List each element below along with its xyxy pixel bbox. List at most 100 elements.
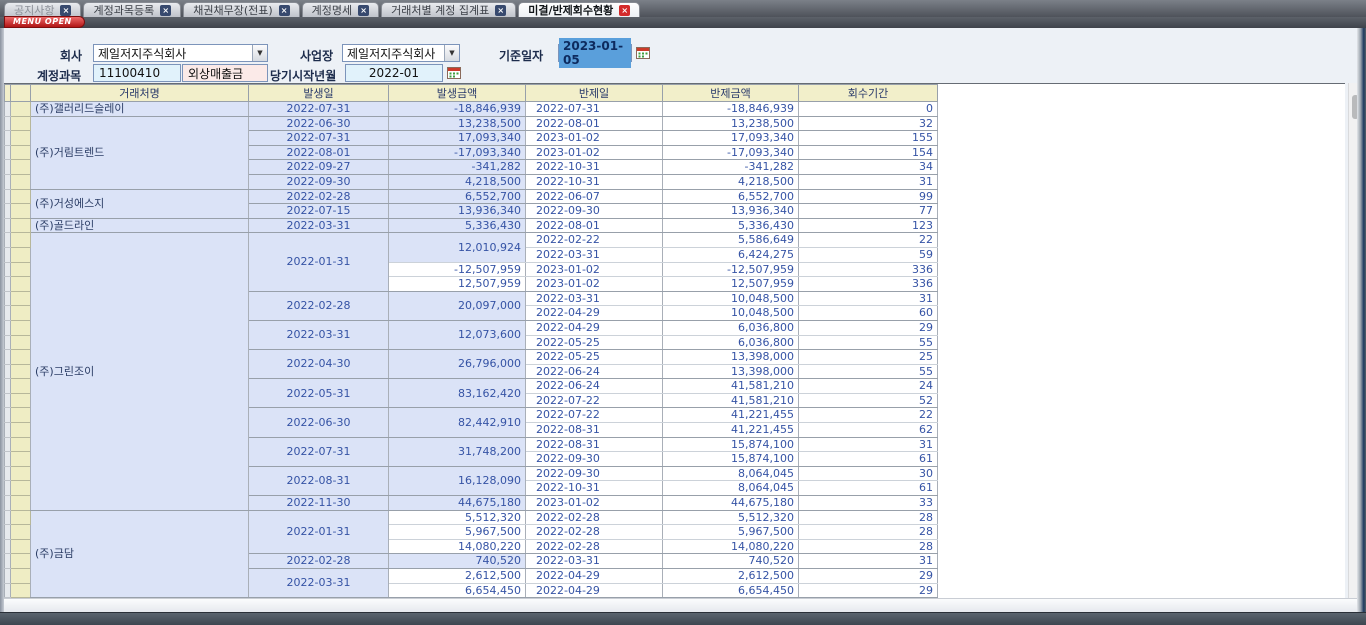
occur-date-cell[interactable]: 2022-02-28: [249, 291, 389, 320]
customer-name-cell[interactable]: (주)갤러리드슬레이: [31, 102, 249, 117]
collect-days-cell[interactable]: 61: [799, 481, 938, 496]
collect-days-cell[interactable]: 33: [799, 496, 938, 511]
collect-days-cell[interactable]: 31: [799, 437, 938, 452]
collect-days-cell[interactable]: 52: [799, 393, 938, 408]
row-selector-cell[interactable]: [11, 320, 31, 335]
horizontal-scrollbar[interactable]: [4, 598, 1361, 612]
settle-date-cell[interactable]: 2022-10-31: [526, 481, 663, 496]
collect-days-cell[interactable]: 24: [799, 379, 938, 394]
collect-days-cell[interactable]: 60: [799, 306, 938, 321]
grid-header-cell[interactable]: 회수기간: [799, 85, 938, 102]
occur-date-cell[interactable]: 2022-07-31: [249, 131, 389, 146]
occur-amount-cell[interactable]: 44,675,180: [389, 496, 526, 511]
row-selector-cell[interactable]: [11, 350, 31, 365]
occur-amount-cell[interactable]: 5,336,430: [389, 218, 526, 233]
row-selector-cell[interactable]: [11, 277, 31, 292]
collect-days-cell[interactable]: 25: [799, 350, 938, 365]
collect-days-cell[interactable]: 155: [799, 131, 938, 146]
settle-amount-cell[interactable]: 6,552,700: [663, 189, 799, 204]
occur-date-cell[interactable]: 2022-01-31: [249, 510, 389, 554]
occur-amount-cell[interactable]: -12,507,959: [389, 262, 526, 277]
settle-amount-cell[interactable]: 13,936,340: [663, 204, 799, 219]
row-selector-cell[interactable]: [11, 335, 31, 350]
settle-date-cell[interactable]: 2022-04-29: [526, 306, 663, 321]
settle-amount-cell[interactable]: -17,093,340: [663, 145, 799, 160]
row-selector-cell[interactable]: [11, 393, 31, 408]
settle-amount-cell[interactable]: 4,218,500: [663, 174, 799, 189]
base-date-input[interactable]: 2023-01-05: [558, 44, 632, 62]
occur-date-cell[interactable]: 2022-06-30: [249, 116, 389, 131]
settle-date-cell[interactable]: 2022-06-07: [526, 189, 663, 204]
settle-amount-cell[interactable]: 6,424,275: [663, 247, 799, 262]
occur-amount-cell[interactable]: -341,282: [389, 160, 526, 175]
chevron-down-icon[interactable]: ▼: [444, 45, 459, 61]
occur-amount-cell[interactable]: 14,080,220: [389, 539, 526, 554]
collect-days-cell[interactable]: 31: [799, 554, 938, 569]
customer-name-cell[interactable]: (주)거림트렌드: [31, 116, 249, 189]
row-selector-cell[interactable]: [11, 233, 31, 248]
row-selector-cell[interactable]: [11, 174, 31, 189]
row-selector-cell[interactable]: [11, 452, 31, 467]
settle-date-cell[interactable]: 2022-10-31: [526, 160, 663, 175]
settle-date-cell[interactable]: 2023-01-02: [526, 277, 663, 292]
settle-date-cell[interactable]: 2022-08-01: [526, 218, 663, 233]
settle-date-cell[interactable]: 2022-08-01: [526, 116, 663, 131]
row-selector-cell[interactable]: [11, 291, 31, 306]
settle-date-cell[interactable]: 2022-05-25: [526, 335, 663, 350]
row-selector-cell[interactable]: [11, 204, 31, 219]
settle-date-cell[interactable]: 2022-07-22: [526, 408, 663, 423]
tab-close-icon[interactable]: ×: [495, 5, 506, 16]
tab-close-icon[interactable]: ×: [619, 5, 630, 16]
menu-open-button[interactable]: MENU OPEN: [4, 16, 85, 28]
settle-amount-cell[interactable]: 15,874,100: [663, 452, 799, 467]
row-selector-cell[interactable]: [11, 262, 31, 277]
occur-amount-cell[interactable]: 12,507,959: [389, 277, 526, 292]
row-selector-cell[interactable]: [11, 306, 31, 321]
settle-amount-cell[interactable]: 17,093,340: [663, 131, 799, 146]
settle-amount-cell[interactable]: 5,336,430: [663, 218, 799, 233]
collect-days-cell[interactable]: 61: [799, 452, 938, 467]
tab-close-icon[interactable]: ×: [358, 5, 369, 16]
settle-date-cell[interactable]: 2023-01-02: [526, 496, 663, 511]
settle-amount-cell[interactable]: 2,612,500: [663, 569, 799, 584]
settle-amount-cell[interactable]: 10,048,500: [663, 291, 799, 306]
collect-days-cell[interactable]: 30: [799, 466, 938, 481]
row-selector-cell[interactable]: [11, 481, 31, 496]
period-start-input[interactable]: 2022-01: [345, 64, 443, 82]
settle-date-cell[interactable]: 2022-07-31: [526, 102, 663, 117]
occur-date-cell[interactable]: 2022-09-30: [249, 174, 389, 189]
occur-amount-cell[interactable]: 6,654,450: [389, 583, 526, 598]
grid-row[interactable]: (주)그린조이2022-01-3112,010,9242022-02-225,5…: [5, 233, 938, 248]
occur-date-cell[interactable]: 2022-07-15: [249, 204, 389, 219]
occur-amount-cell[interactable]: 31,748,200: [389, 437, 526, 466]
settle-amount-cell[interactable]: 6,654,450: [663, 583, 799, 598]
settle-date-cell[interactable]: 2022-04-29: [526, 583, 663, 598]
row-selector-cell[interactable]: [11, 539, 31, 554]
settle-amount-cell[interactable]: 740,520: [663, 554, 799, 569]
occur-date-cell[interactable]: 2022-01-31: [249, 233, 389, 291]
occur-amount-cell[interactable]: 20,097,000: [389, 291, 526, 320]
settle-date-cell[interactable]: 2023-01-02: [526, 131, 663, 146]
row-selector-cell[interactable]: [11, 466, 31, 481]
occur-amount-cell[interactable]: 13,238,500: [389, 116, 526, 131]
grid-header-cell[interactable]: 반제금액: [663, 85, 799, 102]
occur-amount-cell[interactable]: -18,846,939: [389, 102, 526, 117]
collect-days-cell[interactable]: 123: [799, 218, 938, 233]
occur-date-cell[interactable]: 2022-11-30: [249, 496, 389, 511]
settle-amount-cell[interactable]: 44,675,180: [663, 496, 799, 511]
tab-close-icon[interactable]: ×: [60, 5, 71, 16]
occur-amount-cell[interactable]: 5,512,320: [389, 510, 526, 525]
occur-date-cell[interactable]: 2022-04-30: [249, 350, 389, 379]
settle-amount-cell[interactable]: -341,282: [663, 160, 799, 175]
collect-days-cell[interactable]: 22: [799, 408, 938, 423]
settle-amount-cell[interactable]: 8,064,045: [663, 481, 799, 496]
row-selector-cell[interactable]: [11, 554, 31, 569]
tab-1[interactable]: 계정과목등록×: [83, 2, 181, 17]
settle-date-cell[interactable]: 2022-09-30: [526, 204, 663, 219]
customer-name-cell[interactable]: (주)그린조이: [31, 233, 249, 510]
occur-date-cell[interactable]: 2022-07-31: [249, 102, 389, 117]
grid-row[interactable]: (주)거성에스지2022-02-286,552,7002022-06-076,5…: [5, 189, 938, 204]
occur-date-cell[interactable]: 2022-03-31: [249, 218, 389, 233]
grid-corner-cell[interactable]: [11, 85, 31, 102]
occur-amount-cell[interactable]: 12,073,600: [389, 320, 526, 349]
